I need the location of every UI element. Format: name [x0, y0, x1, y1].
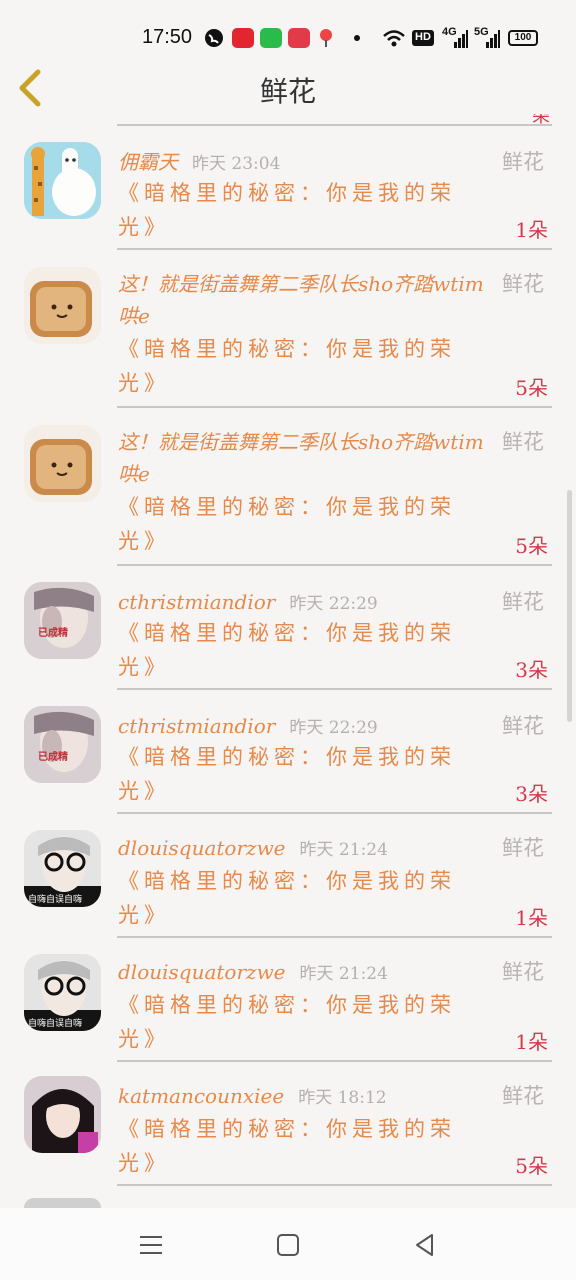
- list-divider: [117, 1060, 552, 1062]
- avatar-caption: 自嗨自误自嗨: [28, 895, 83, 905]
- sender-name: cthristmiandior: [118, 714, 276, 738]
- flower-count: 1朵: [515, 218, 548, 242]
- sender-name: 佣霸天: [118, 150, 178, 174]
- flower-count: 1朵: [515, 1030, 548, 1054]
- avatar[interactable]: 已成精: [24, 706, 101, 783]
- flower-count: 1朵: [515, 906, 548, 930]
- toast-icon: [24, 267, 101, 344]
- page-title: 鲜花: [259, 75, 316, 108]
- book-title[interactable]: 《暗格里的秘密：你是我的荣光》: [118, 988, 478, 1056]
- sender-name: cthristmiandior: [118, 590, 276, 614]
- battery-icon: 100: [508, 30, 538, 46]
- scrollbar[interactable]: [567, 490, 572, 722]
- avatar[interactable]: 自嗨自误自嗨: [24, 830, 101, 907]
- book-title[interactable]: 《暗格里的秘密：你是我的荣光》: [118, 490, 478, 558]
- gift-type-label: 鲜花: [502, 836, 544, 860]
- status-bar: 17:50 HD 4G 5G 100: [0, 0, 576, 62]
- book-title[interactable]: 《暗格里的秘密：你是我的荣光》: [118, 332, 478, 400]
- book-title[interactable]: 《暗格里的秘密：你是我的荣光》: [118, 1112, 478, 1180]
- girl-portrait-icon: [24, 1076, 101, 1153]
- avatar-caption: 已成精: [38, 628, 68, 639]
- portrait-photo-icon: [24, 706, 101, 783]
- book-title[interactable]: 《暗格里的秘密：你是我的荣光》: [118, 864, 478, 932]
- toast-icon: [24, 425, 101, 502]
- sender-name: dlouisquatorzwe: [118, 836, 286, 860]
- gift-type-label: 鲜花: [502, 714, 544, 738]
- avatar[interactable]: [24, 425, 101, 502]
- list-divider: [117, 406, 552, 408]
- gift-type-label: 鲜花: [502, 590, 544, 614]
- sender-name: dlouisquatorzwe: [118, 960, 286, 984]
- avatar[interactable]: [24, 267, 101, 344]
- gift-type-label: 鲜花: [502, 1084, 544, 1108]
- item-title: dlouisquatorzwe 昨天 21:24: [118, 832, 498, 866]
- sender-name: 这！就是街盖舞第二季队长sho齐踏wtim哄e: [118, 272, 484, 328]
- avatar[interactable]: [24, 1076, 101, 1153]
- book-title[interactable]: 《暗格里的秘密：你是我的荣光》: [118, 740, 478, 808]
- book-title[interactable]: 《暗格里的秘密：你是我的荣光》: [118, 616, 478, 684]
- dot-icon: [354, 35, 360, 41]
- item-title: cthristmiandior 昨天 22:29: [118, 586, 498, 620]
- timestamp: 昨天 23:04: [192, 154, 281, 174]
- header-bar: 鲜花: [0, 62, 576, 114]
- gift-type-label: 鲜花: [502, 430, 544, 454]
- portrait-photo-icon: [24, 582, 101, 659]
- list-divider: [117, 124, 552, 126]
- avatar[interactable]: [24, 142, 101, 219]
- timestamp: 昨天 18:12: [298, 1088, 387, 1108]
- globe-icon: [205, 29, 223, 47]
- flower-count: 3朵: [515, 782, 548, 806]
- list-divider: [117, 936, 552, 938]
- item-title: cthristmiandior 昨天 22:29: [118, 710, 498, 744]
- home-icon[interactable]: [273, 1230, 303, 1260]
- item-title: 这！就是街盖舞第二季队长sho齐踏wtim哄e: [118, 268, 488, 332]
- back-icon[interactable]: [410, 1230, 440, 1260]
- flower-count: 3朵: [515, 658, 548, 682]
- avatar[interactable]: 自嗨自误自嗨: [24, 954, 101, 1031]
- item-title: katmancounxiee 昨天 18:12: [118, 1080, 498, 1114]
- wifi-icon: [383, 30, 405, 47]
- flower-count: 5朵: [515, 376, 548, 400]
- hd-badge: HD: [412, 30, 434, 46]
- signal-icon-2: [486, 30, 500, 48]
- avatar[interactable]: [24, 1198, 101, 1208]
- app-notification-icon-3: [288, 28, 310, 48]
- list-divider: [117, 812, 552, 814]
- app-notification-icon-1: [232, 28, 254, 48]
- gift-type-label: 鲜花: [502, 960, 544, 984]
- menu-icon[interactable]: [136, 1230, 166, 1260]
- location-icon: [320, 29, 332, 47]
- avatar[interactable]: 已成精: [24, 582, 101, 659]
- avatar-caption: 已成精: [38, 752, 68, 763]
- list-divider: [117, 564, 552, 566]
- item-title: 这！就是街盖舞第二季队长sho齐踏wtim哄e: [118, 426, 488, 490]
- timestamp: 昨天 21:24: [299, 840, 388, 860]
- system-nav-bar: [0, 1208, 576, 1280]
- flower-count: 5朵: [515, 534, 548, 558]
- book-title[interactable]: 《暗格里的秘密：你是我的荣光》: [118, 176, 478, 244]
- timestamp: 昨天 22:29: [289, 718, 378, 738]
- flower-count: 5朵: [515, 1154, 548, 1178]
- list-divider: [117, 1184, 552, 1186]
- list-divider: [117, 248, 552, 250]
- list-divider: [117, 688, 552, 690]
- sender-name: katmancounxiee: [118, 1084, 285, 1108]
- alpaca-giraffe-icon: [24, 142, 101, 219]
- item-title: 佣霸天 昨天 23:04: [118, 146, 498, 180]
- timestamp: 昨天 21:24: [299, 964, 388, 984]
- app-notification-icon-2: [260, 28, 282, 48]
- timestamp: 昨天 22:29: [289, 594, 378, 614]
- gift-type-label: 鲜花: [502, 150, 544, 174]
- item-title: dlouisquatorzwe 昨天 21:24: [118, 956, 498, 990]
- status-time: 17:50: [142, 26, 193, 48]
- gift-type-label: 鲜花: [502, 272, 544, 296]
- gift-list[interactable]: 朵 佣霸天 昨天 23:04 鲜花 《暗格里的秘密：你是我的荣光》 1朵 这！就…: [0, 114, 576, 1208]
- signal-icon-1: [454, 30, 468, 48]
- avatar-caption: 自嗨自误自嗨: [28, 1019, 83, 1029]
- sender-name: 这！就是街盖舞第二季队长sho齐踏wtim哄e: [118, 430, 484, 486]
